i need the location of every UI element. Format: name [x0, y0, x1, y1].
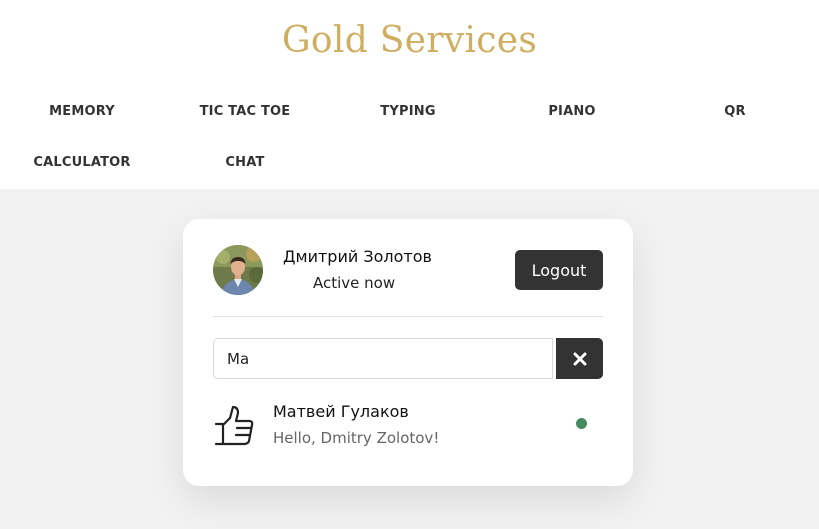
current-user-avatar — [213, 245, 263, 295]
current-user-status: Active now — [313, 274, 396, 292]
current-user-name: Дмитрий Золотов — [283, 247, 432, 266]
site-header: Gold Services MEMORY TIC TAC TOE TYPING … — [0, 0, 819, 189]
nav-link-tic-tac-toe[interactable]: TIC TAC TOE — [163, 104, 327, 119]
online-status-dot — [576, 418, 587, 429]
user-photo-icon — [213, 245, 263, 295]
search-clear-button[interactable] — [556, 338, 603, 379]
nav-link-piano[interactable]: PIANO — [490, 104, 654, 119]
nav-link-calculator[interactable]: CALCULATOR — [0, 155, 164, 170]
site-title[interactable]: Gold Services — [0, 20, 819, 61]
close-icon — [573, 352, 586, 365]
user-list-last-message: Hello, Dmitry Zolotov! — [273, 429, 440, 447]
thumbs-up-icon — [214, 405, 254, 446]
user-list-name: Матвей Гулаков — [273, 402, 409, 421]
nav-link-chat[interactable]: CHAT — [163, 155, 327, 170]
user-list-item[interactable]: Матвей Гулаков Hello, Dmitry Zolotov! — [211, 399, 605, 455]
nav-link-typing[interactable]: TYPING — [326, 104, 490, 119]
chat-users-card: Дмитрий Золотов Active now Logout Матвей… — [183, 219, 633, 486]
nav-link-memory[interactable]: MEMORY — [0, 104, 164, 119]
logout-button[interactable]: Logout — [515, 250, 603, 290]
header-divider — [213, 316, 603, 317]
search-input[interactable] — [213, 338, 553, 379]
nav-link-qr[interactable]: QR — [653, 104, 817, 119]
